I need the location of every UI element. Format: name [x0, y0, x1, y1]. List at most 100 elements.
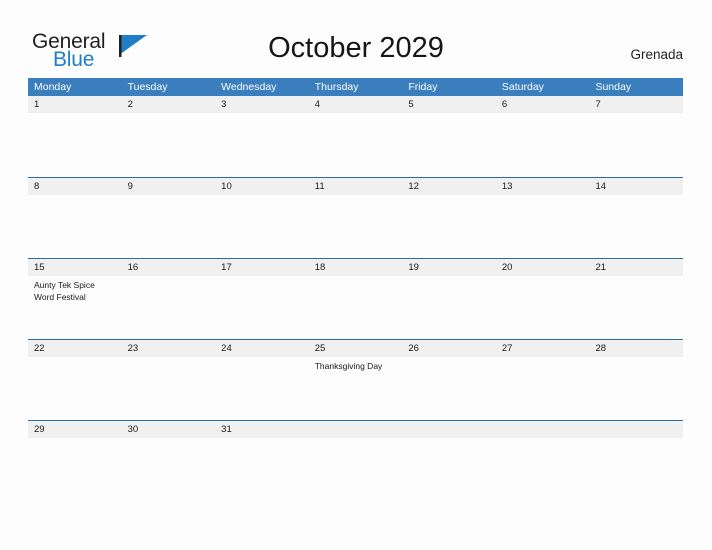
day-cell-28[interactable]: [589, 357, 683, 421]
day-number-9[interactable]: 9: [122, 178, 216, 195]
week-day-bodies: Aunty Tek Spice Word Festival: [28, 276, 683, 340]
weekday-header-tuesday: Tuesday: [127, 81, 168, 93]
weekday-header-thursday: Thursday: [314, 81, 359, 93]
day-number-2[interactable]: 2: [122, 96, 216, 113]
week-day-bodies: Thanksgiving Day: [28, 357, 683, 421]
page-title: October 2029: [268, 32, 444, 64]
day-number-20[interactable]: 20: [496, 259, 590, 276]
day-number-14[interactable]: 14: [589, 178, 683, 195]
weekday-header-row: Monday Tuesday Wednesday Thursday Friday Satu…: [28, 78, 683, 96]
day-number-31[interactable]: 31: [215, 421, 309, 438]
day-cell-29[interactable]: [28, 438, 122, 502]
day-cell-25[interactable]: Thanksgiving Day: [309, 357, 403, 421]
day-cell-9[interactable]: [122, 195, 216, 259]
weekday-header-sunday: Sunday: [595, 81, 632, 93]
day-cell-1[interactable]: [28, 113, 122, 177]
weekday-header-wednesday: Wednesday: [221, 81, 277, 93]
day-number-27[interactable]: 27: [496, 340, 590, 357]
day-cell-empty: [309, 438, 403, 502]
week-day-numbers: 29 30 31: [28, 421, 683, 438]
day-number-22[interactable]: 22: [28, 340, 122, 357]
week-day-bodies: [28, 113, 683, 177]
day-number-30[interactable]: 30: [122, 421, 216, 438]
event-label: Thanksgiving Day: [314, 361, 383, 371]
week-day-numbers: 15 16 17 18 19 20 21: [28, 259, 683, 276]
day-number-6[interactable]: 6: [496, 96, 590, 113]
week-day-numbers: 8 9 10 11 12 13 14: [28, 178, 683, 195]
calendar-weeks: 1 2 3 4 5 6 7 8 9 10 11 12 13 14 15 16 17 18 19 20 21 Aunty T…: [28, 96, 683, 501]
day-cell-21[interactable]: [589, 276, 683, 340]
day-number-23[interactable]: 23: [122, 340, 216, 357]
day-number-25[interactable]: 25: [309, 340, 403, 357]
calendar-week-row: 1234567: [28, 96, 683, 177]
calendar-week-row: 22 23 24 25 26 27 28 Thanksgiving Day: [28, 339, 683, 420]
day-cell-15[interactable]: Aunty Tek Spice Word Festival: [28, 276, 122, 340]
day-number-24[interactable]: 24: [215, 340, 309, 357]
event-label: Aunty Tek Spice Word Festival: [34, 280, 95, 302]
day-cell-23[interactable]: [122, 357, 216, 421]
day-cell-empty: [402, 438, 496, 502]
calendar-week-row: 15 16 17 18 19 20 21 Aunty Tek Spice Word Festi…: [28, 258, 683, 339]
day-cell-empty: [589, 438, 683, 502]
country-label: Grenada: [630, 47, 683, 62]
day-cell-16[interactable]: [122, 276, 216, 340]
day-number-29[interactable]: 29: [28, 421, 122, 438]
day-cell-7[interactable]: [589, 113, 683, 177]
day-cell-11[interactable]: [309, 195, 403, 259]
day-number-5[interactable]: 5: [402, 96, 496, 113]
day-number-16[interactable]: 16: [122, 259, 216, 276]
day-number-19[interactable]: 19: [402, 259, 496, 276]
day-number-empty: [402, 421, 496, 438]
day-number-13[interactable]: 13: [496, 178, 590, 195]
day-cell-12[interactable]: [402, 195, 496, 259]
day-cell-17[interactable]: [215, 276, 309, 340]
calendar-week-row: 29 30 31: [28, 420, 683, 501]
day-number-4[interactable]: 4: [309, 96, 403, 113]
calendar-week-row: 8 9 10 11 12 13 14: [28, 177, 683, 258]
day-number-11[interactable]: 11: [309, 178, 403, 195]
day-cell-26[interactable]: [402, 357, 496, 421]
day-cell-18[interactable]: [309, 276, 403, 340]
day-cell-4[interactable]: [309, 113, 403, 177]
day-cell-5[interactable]: [402, 113, 496, 177]
day-cell-30[interactable]: [122, 438, 216, 502]
day-number-26[interactable]: 26: [402, 340, 496, 357]
day-cell-24[interactable]: [215, 357, 309, 421]
day-number-15[interactable]: 15: [28, 259, 122, 276]
day-cell-22[interactable]: [28, 357, 122, 421]
weekday-header-monday: Monday: [34, 81, 72, 93]
day-number-empty: [589, 421, 683, 438]
week-day-bodies: [28, 438, 683, 502]
day-cell-2[interactable]: [122, 113, 216, 177]
day-cell-19[interactable]: [402, 276, 496, 340]
day-cell-8[interactable]: [28, 195, 122, 259]
week-day-numbers: 1234567: [28, 96, 683, 113]
page-header: General Blue October 2029 Grenada: [0, 0, 712, 78]
day-cell-13[interactable]: [496, 195, 590, 259]
day-number-empty: [496, 421, 590, 438]
day-cell-6[interactable]: [496, 113, 590, 177]
day-cell-10[interactable]: [215, 195, 309, 259]
day-number-8[interactable]: 8: [28, 178, 122, 195]
week-day-numbers: 22 23 24 25 26 27 28: [28, 340, 683, 357]
day-number-3[interactable]: 3: [215, 96, 309, 113]
weekday-header-saturday: Saturday: [501, 81, 544, 93]
day-cell-14[interactable]: [589, 195, 683, 259]
day-number-28[interactable]: 28: [589, 340, 683, 357]
day-number-7[interactable]: 7: [589, 96, 683, 113]
week-day-bodies: [28, 195, 683, 259]
day-cell-31[interactable]: [215, 438, 309, 502]
weekday-header-friday: Friday: [408, 81, 438, 93]
day-cell-empty: [496, 438, 590, 502]
day-number-12[interactable]: 12: [402, 178, 496, 195]
day-cell-3[interactable]: [215, 113, 309, 177]
day-number-21[interactable]: 21: [589, 259, 683, 276]
day-number-17[interactable]: 17: [215, 259, 309, 276]
day-number-18[interactable]: 18: [309, 259, 403, 276]
day-cell-27[interactable]: [496, 357, 590, 421]
day-number-empty: [309, 421, 403, 438]
day-cell-20[interactable]: [496, 276, 590, 340]
day-number-1[interactable]: 1: [28, 96, 122, 113]
day-number-10[interactable]: 10: [215, 178, 309, 195]
calendar-grid: Monday Tuesday Wednesday Thursday Friday Satu…: [28, 78, 683, 501]
